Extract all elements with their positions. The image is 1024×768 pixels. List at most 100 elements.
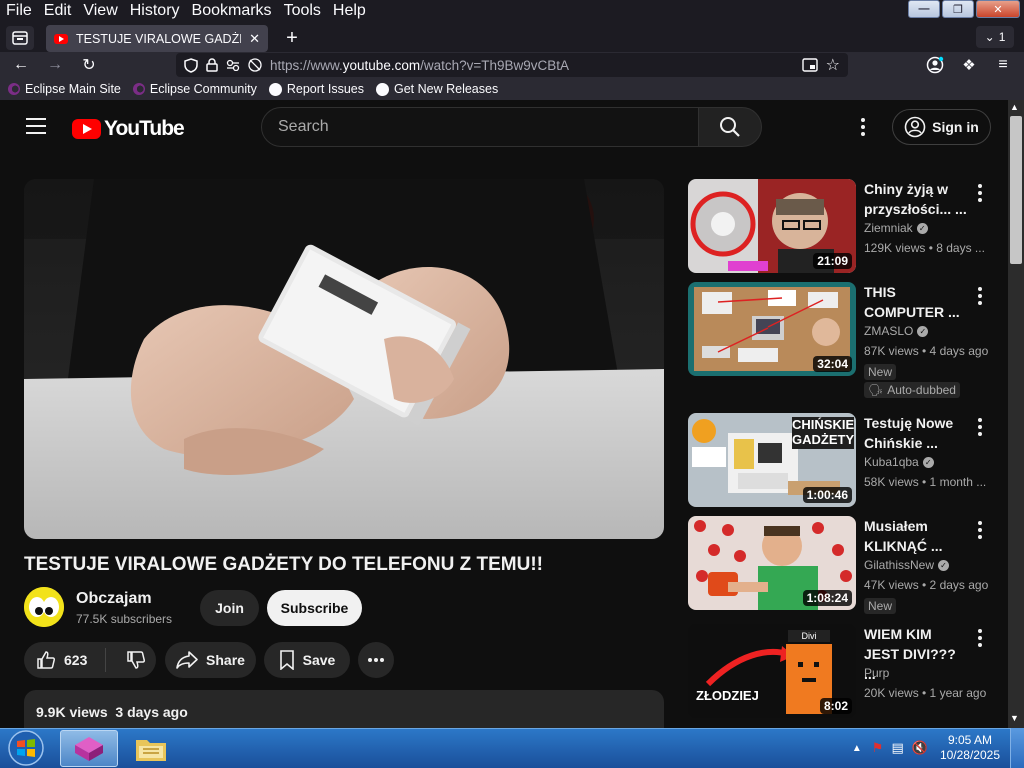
menu-file[interactable]: File (0, 0, 38, 22)
menu-tools[interactable]: Tools (278, 0, 327, 22)
forward-button[interactable]: → (42, 52, 68, 78)
firefox-view-button[interactable] (6, 26, 34, 50)
close-window-button[interactable]: ✕ (976, 0, 1020, 18)
like-button[interactable]: 623 (36, 650, 87, 670)
thumbnail-caption: ZŁODZIEJ (696, 688, 759, 703)
video-duration: 32:04 (813, 356, 852, 372)
more-vertical-icon[interactable] (970, 417, 990, 437)
bookmark-eclipse-main-site[interactable]: Eclipse Main Site (8, 82, 121, 96)
picture-in-picture-icon[interactable] (801, 58, 818, 72)
url-bar[interactable]: https://www.youtube.com/watch?v=Th9Bw9vC… (176, 53, 848, 77)
recommendation-item[interactable]: CHIŃSKIE GADŻETY 1:00:46 Testuję Nowe Chi… (688, 413, 998, 507)
youtube-logo[interactable]: YouTube (72, 117, 185, 141)
channel-avatar[interactable] (24, 587, 64, 627)
reload-icon: ↻ (82, 57, 96, 74)
more-vertical-icon[interactable] (970, 628, 990, 648)
recommendation-channel[interactable]: ZMASLO ✓ (864, 324, 929, 338)
start-button[interactable] (4, 730, 48, 766)
show-desktop-button[interactable] (1010, 728, 1024, 768)
bookmark-report-issues[interactable]: Report Issues (268, 82, 364, 96)
close-tab-icon[interactable]: ✕ (249, 31, 260, 47)
recommendation-item[interactable]: 21:09 Chiny żyją w przyszłości... ... Zie… (688, 179, 998, 273)
recommendation-channel[interactable]: Purp (864, 666, 889, 680)
recommendation-item[interactable]: 32:04 THIS COMPUTER ... ZMASLO ✓ 87K views… (688, 282, 998, 398)
action-center-icon[interactable]: ⚑ (872, 740, 884, 756)
title-line: Musiałem (864, 518, 928, 534)
recommendation-item[interactable]: 1:08:24 Musiałem KLIKNĄĆ ... GilathissNew… (688, 516, 998, 614)
recommendation-channel[interactable]: Ziemniak ✓ (864, 221, 928, 235)
share-button[interactable]: Share (165, 642, 256, 678)
recommendation-title[interactable]: Chiny żyją w przyszłości... ... (864, 179, 968, 219)
account-button[interactable] (922, 52, 948, 78)
video-thumbnail[interactable]: 21:09 (688, 179, 856, 273)
like-count: 623 (64, 652, 88, 668)
title-line: Testuję Nowe (864, 415, 954, 431)
clock[interactable]: 9:05 AM 10/28/2025 (940, 733, 1000, 763)
more-vertical-icon[interactable] (970, 183, 990, 203)
recommendation-title[interactable]: Testuję Nowe Chińskie ... (864, 413, 968, 453)
search-button[interactable] (698, 107, 762, 147)
settings-menu-button[interactable] (860, 117, 866, 142)
maximize-button[interactable]: ❐ (942, 0, 974, 18)
video-thumbnail[interactable]: CHIŃSKIE GADŻETY 1:00:46 (688, 413, 856, 507)
taskbar-app-eclipse[interactable] (60, 730, 118, 767)
network-icon[interactable]: ▤ (891, 740, 903, 756)
menu-help[interactable]: Help (327, 0, 372, 22)
volume-muted-icon[interactable]: 🔇 (912, 740, 928, 756)
tab-youtube[interactable]: TESTUJE VIRALOWE GADŻETY D ✕ (46, 25, 268, 52)
video-thumbnail[interactable]: 1:08:24 (688, 516, 856, 610)
video-thumbnail[interactable]: 32:04 (688, 282, 856, 376)
title-line: KLIKNĄĆ ... (864, 538, 943, 554)
recommendation-title[interactable]: THIS COMPUTER ... (864, 282, 968, 322)
puzzle-icon: ❖ (962, 57, 976, 74)
video-thumbnail[interactable]: Divi ZŁODZIEJ 8:02 (688, 624, 856, 718)
back-button[interactable]: ← (8, 52, 34, 78)
permissions-icon (226, 59, 240, 71)
reload-button[interactable]: ↻ (76, 52, 102, 78)
bookmarks-toolbar: Eclipse Main Site Eclipse Community Repo… (0, 78, 1024, 100)
more-vertical-icon[interactable] (970, 286, 990, 306)
dislike-button[interactable] (126, 650, 146, 670)
bookmark-get-new-releases[interactable]: Get New Releases (375, 82, 498, 96)
arrow-left-icon: ← (13, 56, 29, 73)
more-actions-button[interactable] (358, 642, 394, 678)
channel-name[interactable]: Obczajam (76, 590, 152, 608)
bookmark-star-icon[interactable]: ☆ (826, 55, 840, 75)
video-player[interactable] (24, 179, 664, 539)
scroll-up-icon[interactable]: ▲ (1010, 102, 1019, 112)
windows-logo-icon (8, 730, 44, 766)
search-input[interactable]: Search (261, 107, 699, 147)
join-label: Join (215, 600, 244, 616)
extensions-button[interactable]: ❖ (956, 52, 982, 78)
show-hidden-icons-icon[interactable]: ▲ (852, 743, 862, 754)
title-line: Chińskie ... (864, 435, 938, 451)
guide-menu-button[interactable] (26, 118, 46, 139)
taskbar-app-file-explorer[interactable] (122, 730, 180, 767)
menu-bookmarks[interactable]: Bookmarks (186, 0, 278, 22)
video-duration: 21:09 (813, 253, 852, 269)
save-button[interactable]: Save (264, 642, 350, 678)
menu-edit[interactable]: Edit (38, 0, 78, 22)
bookmark-eclipse-community[interactable]: Eclipse Community (132, 82, 257, 96)
menu-view[interactable]: View (77, 0, 123, 22)
eclipse-icon (8, 83, 20, 95)
sign-in-button[interactable]: Sign in (892, 109, 991, 145)
scrollbar-thumb[interactable] (1010, 116, 1022, 264)
recommendation-channel[interactable]: Kuba1qba ✓ (864, 455, 934, 469)
recommendation-channel[interactable]: GilathissNew ✓ (864, 558, 950, 572)
more-vertical-icon[interactable] (970, 520, 990, 540)
menu-history[interactable]: History (124, 0, 186, 22)
new-tab-button[interactable]: + (280, 27, 304, 49)
recommendation-meta: 20K views • 1 year ago (864, 686, 987, 700)
join-button[interactable]: Join (200, 590, 259, 626)
arrow-right-icon: → (47, 56, 63, 73)
subscribe-button[interactable]: Subscribe (267, 590, 362, 626)
recommendation-title[interactable]: Musiałem KLIKNĄĆ ... (864, 516, 968, 556)
folder-icon (136, 739, 166, 761)
scroll-down-icon[interactable]: ▼ (1010, 713, 1019, 723)
lock-icon (206, 58, 218, 72)
recommendation-item[interactable]: Divi ZŁODZIEJ 8:02 WIEM KIM JEST DIVI??? … (688, 624, 998, 718)
minimize-button[interactable]: — (908, 0, 940, 18)
app-menu-button[interactable]: ≡ (990, 52, 1016, 78)
list-all-tabs-button[interactable]: ⌄ 1 (976, 26, 1014, 48)
